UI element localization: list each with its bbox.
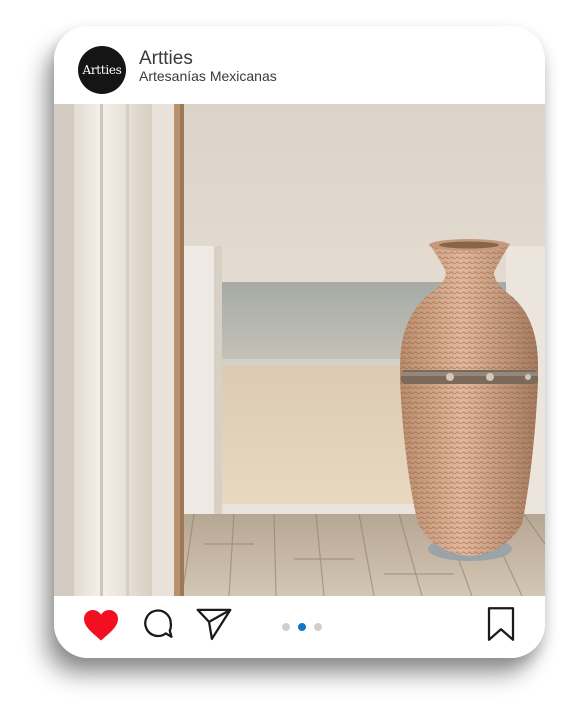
avatar-logo-text: Artties xyxy=(82,63,122,77)
heart-filled-icon xyxy=(84,610,118,641)
post-actions-bar xyxy=(54,596,545,658)
avatar[interactable]: Artties xyxy=(78,46,126,94)
carousel-dot[interactable] xyxy=(314,623,322,631)
carousel-dot[interactable] xyxy=(298,623,306,631)
comment-bubble-icon xyxy=(144,609,173,638)
carousel-indicator xyxy=(282,623,322,631)
account-name[interactable]: Artties xyxy=(139,49,193,69)
share-button[interactable] xyxy=(195,607,233,646)
bookmark-icon xyxy=(487,607,515,641)
comment-button[interactable] xyxy=(141,607,175,646)
post-card: Artties Artties Artesanías Mexicanas xyxy=(54,26,545,658)
carousel-dot[interactable] xyxy=(282,623,290,631)
post-header: Artties Artties Artesanías Mexicanas xyxy=(54,26,545,104)
like-button[interactable] xyxy=(82,608,120,647)
paper-plane-icon xyxy=(196,608,232,641)
post-image[interactable] xyxy=(54,104,545,596)
beach-vase-photo xyxy=(54,104,545,596)
save-button[interactable] xyxy=(485,606,517,647)
account-subtitle: Artesanías Mexicanas xyxy=(139,68,277,84)
